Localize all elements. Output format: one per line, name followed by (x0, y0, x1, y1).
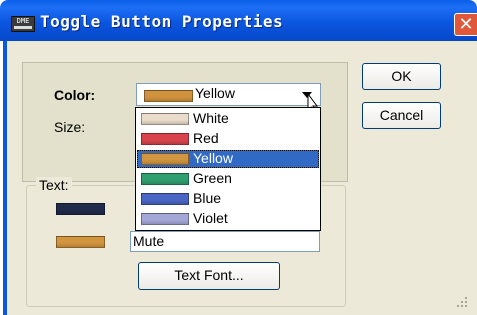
color-option-white[interactable]: White (137, 110, 319, 128)
ok-button[interactable]: OK (362, 63, 441, 90)
color-option-swatch (141, 133, 189, 145)
text-font-button[interactable]: Text Font... (138, 262, 280, 290)
color-option-blue[interactable]: Blue (137, 190, 319, 208)
color-option-violet[interactable]: Violet (137, 210, 319, 228)
color-option-label: Red (193, 130, 219, 146)
close-icon: ✕ (458, 14, 474, 35)
app-icon: DME (11, 16, 35, 32)
color-option-label: White (193, 110, 229, 126)
color-options-list: White Red Yellow Green Blue Violet (135, 107, 321, 231)
app-icon-bar (14, 26, 32, 29)
color-option-red[interactable]: Red (137, 130, 319, 148)
color-option-label: Yellow (193, 150, 233, 166)
window-title: Toggle Button Properties (40, 12, 284, 31)
title-bar: DME Toggle Button Properties ✕ (0, 0, 477, 41)
properties-dialog: DME Toggle Button Properties ✕ Color: Si… (0, 0, 477, 315)
color-option-swatch (141, 193, 189, 205)
color-option-swatch (141, 213, 189, 225)
color-dropdown[interactable]: Yellow (136, 83, 321, 106)
resize-grip-icon[interactable] (455, 295, 469, 309)
color-option-yellow[interactable]: Yellow (137, 150, 319, 168)
color-label: Color: (54, 87, 96, 103)
text-foreground-color-swatch[interactable] (56, 236, 105, 248)
selected-color-label: Yellow (195, 85, 235, 101)
button-text-input[interactable]: Mute (130, 231, 320, 252)
color-option-green[interactable]: Green (137, 170, 319, 188)
color-option-label: Violet (193, 210, 228, 226)
close-button[interactable]: ✕ (454, 13, 477, 36)
color-option-swatch (141, 113, 189, 125)
cancel-button[interactable]: Cancel (362, 102, 441, 129)
color-option-label: Blue (193, 190, 222, 206)
selected-color-swatch (144, 90, 193, 102)
text-background-color-swatch[interactable] (56, 203, 105, 215)
app-icon-text: DME (16, 17, 30, 25)
color-option-swatch (141, 153, 189, 165)
text-group-label: Text: (36, 177, 72, 193)
color-option-swatch (141, 173, 189, 185)
size-label: Size: (54, 119, 86, 135)
color-option-label: Green (193, 170, 232, 186)
